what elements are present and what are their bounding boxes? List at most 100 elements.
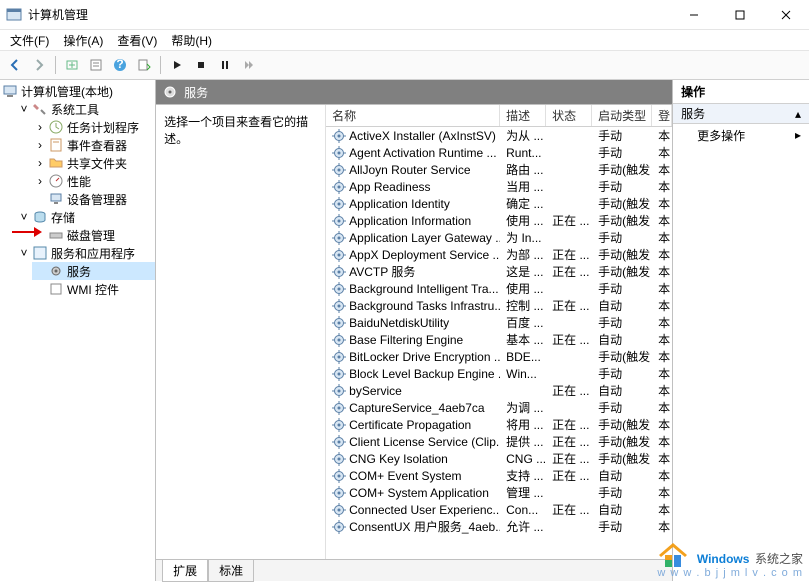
service-row[interactable]: byService正在 ...自动本 <box>326 382 672 399</box>
service-row[interactable]: ConsentUX 用户服务_4aeb...允许 ...手动本 <box>326 518 672 535</box>
tree-root[interactable]: 计算机管理(本地) <box>0 82 155 100</box>
service-startup: 手动(触发 ... <box>592 161 652 178</box>
start-service-icon[interactable] <box>166 54 188 76</box>
tree-system-tools[interactable]: ˅ 系统工具 <box>16 100 155 118</box>
menu-view[interactable]: 查看(V) <box>111 30 163 51</box>
service-row[interactable]: AllJoyn Router Service路由 ...手动(触发 ...本 <box>326 161 672 178</box>
maximize-button[interactable] <box>717 0 763 30</box>
actions-subhead[interactable]: 服务 ▴ <box>673 104 809 124</box>
service-row[interactable]: COM+ Event System支持 ...正在 ...自动本 <box>326 467 672 484</box>
forward-button[interactable] <box>28 54 50 76</box>
service-row[interactable]: COM+ System Application管理 ...手动本 <box>326 484 672 501</box>
export-icon[interactable] <box>133 54 155 76</box>
col-name[interactable]: 名称 <box>326 105 500 126</box>
folder-icon <box>48 155 64 171</box>
collapse-icon[interactable]: ˅ <box>18 211 30 223</box>
service-name: AppX Deployment Service ... <box>349 248 500 262</box>
service-row[interactable]: CaptureService_4aeb7ca为调 ...手动本 <box>326 399 672 416</box>
service-startup: 手动 <box>592 280 652 297</box>
expand-icon[interactable]: › <box>34 175 46 187</box>
service-row[interactable]: Application Information使用 ...正在 ...手动(触发… <box>326 212 672 229</box>
service-startup: 手动(触发 ... <box>592 212 652 229</box>
menu-help[interactable]: 帮助(H) <box>165 30 218 51</box>
col-status[interactable]: 状态 <box>546 105 592 126</box>
up-button[interactable] <box>61 54 83 76</box>
tree-shared-folders[interactable]: ›共享文件夹 <box>32 154 155 172</box>
pause-service-icon[interactable] <box>214 54 236 76</box>
service-row[interactable]: Background Tasks Infrastru...控制 ...正在 ..… <box>326 297 672 314</box>
services-list[interactable]: ActiveX Installer (AxInstSV)为从 ...手动本Age… <box>326 127 672 559</box>
description-panel: 选择一个项目来查看它的描述。 <box>156 105 326 559</box>
close-button[interactable] <box>763 0 809 30</box>
service-startup: 手动 <box>592 484 652 501</box>
tree-event-viewer[interactable]: ›事件查看器 <box>32 136 155 154</box>
service-startup: 手动 <box>592 314 652 331</box>
chevron-right-icon: ▸ <box>795 128 801 142</box>
service-logon: 本 <box>652 314 672 331</box>
tab-standard[interactable]: 标准 <box>208 560 254 582</box>
back-button[interactable] <box>4 54 26 76</box>
service-name: COM+ Event System <box>349 469 461 483</box>
expand-icon[interactable]: › <box>34 139 46 151</box>
col-startup[interactable]: 启动类型 <box>592 105 652 126</box>
service-row[interactable]: BitLocker Drive Encryption ...BDE...手动(触… <box>326 348 672 365</box>
help-icon[interactable]: ? <box>109 54 131 76</box>
tree-services[interactable]: 服务 <box>32 262 155 280</box>
expand-icon[interactable]: › <box>34 121 46 133</box>
toolbar-separator <box>55 56 56 74</box>
menu-file[interactable]: 文件(F) <box>4 30 55 51</box>
expand-icon[interactable]: › <box>34 157 46 169</box>
service-status: 正在 ... <box>546 433 592 450</box>
collapse-icon[interactable]: ˅ <box>18 247 30 259</box>
menu-action[interactable]: 操作(A) <box>57 30 109 51</box>
gear-icon <box>332 452 346 466</box>
tree-disk-management[interactable]: 磁盘管理 <box>32 226 155 244</box>
service-startup: 自动 <box>592 331 652 348</box>
service-startup: 手动 <box>592 144 652 161</box>
service-row[interactable]: Block Level Backup Engine ...Win...手动本 <box>326 365 672 382</box>
service-desc: 允许 ... <box>500 518 546 535</box>
gear-icon <box>332 214 346 228</box>
service-row[interactable]: Base Filtering Engine基本 ...正在 ...自动本 <box>326 331 672 348</box>
tree-label: WMI 控件 <box>67 281 119 298</box>
service-row[interactable]: Application Identity确定 ...手动(触发 ...本 <box>326 195 672 212</box>
service-row[interactable]: ActiveX Installer (AxInstSV)为从 ...手动本 <box>326 127 672 144</box>
minimize-button[interactable] <box>671 0 717 30</box>
actions-more[interactable]: 更多操作 ▸ <box>673 124 809 146</box>
properties-icon[interactable] <box>85 54 107 76</box>
service-desc: 为部 ... <box>500 246 546 263</box>
col-logon[interactable]: 登 <box>652 105 672 126</box>
service-status: 正在 ... <box>546 263 592 280</box>
col-desc[interactable]: 描述 <box>500 105 546 126</box>
service-name: AllJoyn Router Service <box>349 163 470 177</box>
restart-service-icon[interactable] <box>238 54 260 76</box>
service-row[interactable]: Client License Service (Clip...提供 ...正在 … <box>326 433 672 450</box>
service-row[interactable]: AVCTP 服务这是 ...正在 ...手动(触发 ...本 <box>326 263 672 280</box>
actions-pane: 操作 服务 ▴ 更多操作 ▸ <box>673 80 809 581</box>
service-row[interactable]: BaiduNetdiskUtility百度 ...手动本 <box>326 314 672 331</box>
service-row[interactable]: Agent Activation Runtime ...Runt...手动本 <box>326 144 672 161</box>
service-row[interactable]: AppX Deployment Service ...为部 ...正在 ...手… <box>326 246 672 263</box>
service-row[interactable]: App Readiness当用 ...手动本 <box>326 178 672 195</box>
service-name: Application Layer Gateway ... <box>349 231 500 245</box>
service-row[interactable]: Background Intelligent Tra...使用 ...手动本 <box>326 280 672 297</box>
tree-wmi[interactable]: WMI 控件 <box>32 280 155 298</box>
service-row[interactable]: Application Layer Gateway ...为 In...手动本 <box>326 229 672 246</box>
stop-service-icon[interactable] <box>190 54 212 76</box>
app-icon <box>6 7 22 23</box>
service-row[interactable]: Connected User Experienc...Con...正在 ...自… <box>326 501 672 518</box>
chevron-up-icon: ▴ <box>795 107 801 121</box>
tree-task-scheduler[interactable]: ›任务计划程序 <box>32 118 155 136</box>
service-row[interactable]: CNG Key IsolationCNG ...正在 ...手动(触发 ...本 <box>326 450 672 467</box>
tree-pane[interactable]: 计算机管理(本地) ˅ 系统工具 ›任务计划程序 ›事件查看器 ›共享文件夹 <box>0 80 156 581</box>
tree-performance[interactable]: ›性能 <box>32 172 155 190</box>
gear-icon <box>332 469 346 483</box>
service-row[interactable]: Certificate Propagation将用 ...正在 ...手动(触发… <box>326 416 672 433</box>
tree-device-manager[interactable]: 设备管理器 <box>32 190 155 208</box>
service-startup: 自动 <box>592 297 652 314</box>
tree-services-apps[interactable]: ˅ 服务和应用程序 <box>16 244 155 262</box>
service-startup: 自动 <box>592 382 652 399</box>
tab-extended[interactable]: 扩展 <box>162 560 208 582</box>
collapse-icon[interactable]: ˅ <box>18 103 30 115</box>
tree-storage[interactable]: ˅ 存储 <box>16 208 155 226</box>
